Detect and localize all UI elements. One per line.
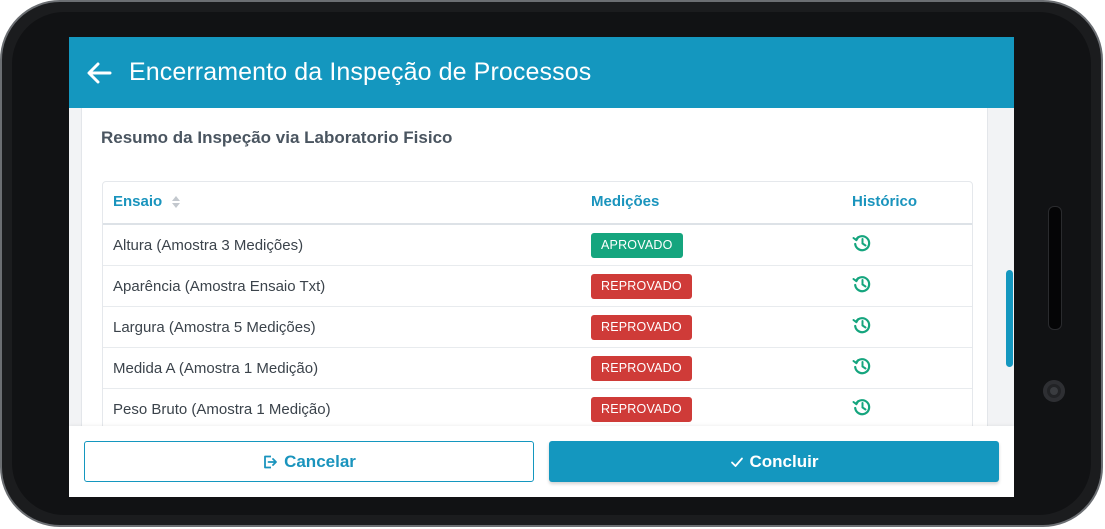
- arrow-left-icon: [87, 62, 112, 83]
- status-badge: REPROVADO: [591, 315, 692, 340]
- table-row: Medida A (Amostra 1 Medição) REPROVADO: [103, 348, 972, 389]
- confirm-button[interactable]: Concluir: [549, 441, 999, 482]
- action-footer: Cancelar Concluir: [69, 426, 1014, 497]
- check-icon: [730, 457, 743, 467]
- history-icon[interactable]: [852, 233, 872, 253]
- ensaio-cell: Largura (Amostra 5 Medições): [113, 319, 316, 336]
- phone-speaker: [1048, 206, 1062, 330]
- scrollbar-thumb[interactable]: [1006, 270, 1013, 367]
- table-header: Ensaio Medições Histórico: [103, 182, 972, 225]
- app-header: Encerramento da Inspeção de Processos: [69, 37, 1014, 108]
- sign-out-icon: [264, 455, 277, 468]
- ensaio-cell: Peso Bruto (Amostra 1 Medição): [113, 401, 331, 418]
- ensaio-cell: Altura (Amostra 3 Medições): [113, 237, 304, 254]
- cancel-button-label: Cancelar: [284, 451, 356, 471]
- status-badge: REPROVADO: [591, 397, 692, 422]
- table-row: Peso Bruto (Amostra 1 Medição) REPROVADO: [103, 389, 972, 430]
- history-icon[interactable]: [852, 356, 872, 376]
- column-header-ensaio-label: Ensaio: [113, 193, 163, 210]
- section-title: Resumo da Inspeção via Laboratorio Fisic…: [101, 128, 453, 147]
- history-icon[interactable]: [852, 274, 872, 294]
- ensaio-cell: Aparência (Amostra Ensaio Txt): [113, 278, 326, 295]
- confirm-button-label: Concluir: [749, 451, 819, 471]
- cancel-button[interactable]: Cancelar: [84, 441, 534, 482]
- table-row: Altura (Amostra 3 Medições) APROVADO: [103, 225, 972, 266]
- back-button[interactable]: [69, 37, 129, 108]
- status-badge: REPROVADO: [591, 274, 692, 299]
- history-icon[interactable]: [852, 397, 872, 417]
- column-header-historico: Histórico: [852, 193, 918, 210]
- phone-camera: [1043, 380, 1065, 402]
- table-row: Largura (Amostra 5 Medições) REPROVADO: [103, 307, 972, 348]
- phone-frame: Encerramento da Inspeção de Processos Re…: [0, 0, 1103, 527]
- column-header-medicoes: Medições: [591, 193, 660, 210]
- status-badge: APROVADO: [591, 233, 683, 258]
- history-icon[interactable]: [852, 315, 872, 335]
- inspection-table: Ensaio Medições Histórico Altura (Amostr…: [102, 181, 973, 441]
- status-badge: REPROVADO: [591, 356, 692, 381]
- column-header-ensaio[interactable]: Ensaio: [113, 193, 181, 210]
- sort-icon[interactable]: [172, 195, 181, 209]
- table-row: Aparência (Amostra Ensaio Txt) REPROVADO: [103, 266, 972, 307]
- ensaio-cell: Medida A (Amostra 1 Medição): [113, 360, 319, 377]
- app-screen: Encerramento da Inspeção de Processos Re…: [69, 37, 1014, 497]
- page-title: Encerramento da Inspeção de Processos: [129, 58, 592, 86]
- summary-panel: Resumo da Inspeção via Laboratorio Fisic…: [81, 108, 988, 441]
